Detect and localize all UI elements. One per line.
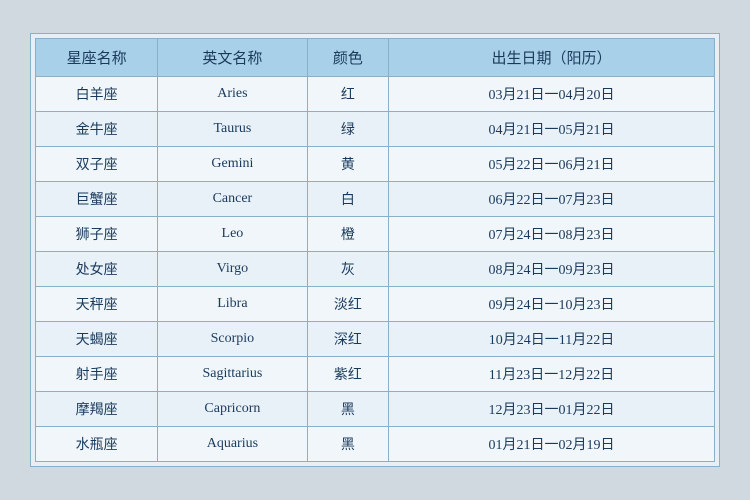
cell-en: Aries — [158, 77, 307, 112]
cell-zh: 巨蟹座 — [36, 182, 158, 217]
cell-zh: 摩羯座 — [36, 392, 158, 427]
cell-date: 12月23日一01月22日 — [389, 392, 715, 427]
cell-zh: 射手座 — [36, 357, 158, 392]
table-row: 金牛座Taurus绿04月21日一05月21日 — [36, 112, 715, 147]
table-header-row: 星座名称 英文名称 颜色 出生日期（阳历） — [36, 39, 715, 77]
cell-date: 07月24日一08月23日 — [389, 217, 715, 252]
cell-date: 01月21日一02月19日 — [389, 427, 715, 462]
cell-date: 11月23日一12月22日 — [389, 357, 715, 392]
table-row: 摩羯座Capricorn黑12月23日一01月22日 — [36, 392, 715, 427]
cell-date: 04月21日一05月21日 — [389, 112, 715, 147]
cell-en: Scorpio — [158, 322, 307, 357]
zodiac-table: 星座名称 英文名称 颜色 出生日期（阳历） 白羊座Aries红03月21日一04… — [35, 38, 715, 462]
cell-zh: 处女座 — [36, 252, 158, 287]
cell-zh: 双子座 — [36, 147, 158, 182]
cell-en: Libra — [158, 287, 307, 322]
cell-color: 灰 — [307, 252, 388, 287]
cell-color: 深红 — [307, 322, 388, 357]
table-row: 双子座Gemini黄05月22日一06月21日 — [36, 147, 715, 182]
cell-date: 06月22日一07月23日 — [389, 182, 715, 217]
cell-en: Capricorn — [158, 392, 307, 427]
cell-color: 黑 — [307, 427, 388, 462]
header-date: 出生日期（阳历） — [389, 39, 715, 77]
cell-date: 09月24日一10月23日 — [389, 287, 715, 322]
cell-date: 03月21日一04月20日 — [389, 77, 715, 112]
cell-color: 红 — [307, 77, 388, 112]
table-row: 狮子座Leo橙07月24日一08月23日 — [36, 217, 715, 252]
cell-color: 黑 — [307, 392, 388, 427]
table-row: 天秤座Libra淡红09月24日一10月23日 — [36, 287, 715, 322]
cell-date: 05月22日一06月21日 — [389, 147, 715, 182]
cell-date: 08月24日一09月23日 — [389, 252, 715, 287]
cell-date: 10月24日一11月22日 — [389, 322, 715, 357]
cell-color: 橙 — [307, 217, 388, 252]
cell-zh: 天蝎座 — [36, 322, 158, 357]
header-zh: 星座名称 — [36, 39, 158, 77]
table-row: 白羊座Aries红03月21日一04月20日 — [36, 77, 715, 112]
cell-en: Aquarius — [158, 427, 307, 462]
cell-en: Sagittarius — [158, 357, 307, 392]
cell-color: 绿 — [307, 112, 388, 147]
table-row: 天蝎座Scorpio深红10月24日一11月22日 — [36, 322, 715, 357]
cell-zh: 天秤座 — [36, 287, 158, 322]
cell-color: 黄 — [307, 147, 388, 182]
cell-en: Gemini — [158, 147, 307, 182]
cell-zh: 狮子座 — [36, 217, 158, 252]
cell-en: Cancer — [158, 182, 307, 217]
cell-color: 淡红 — [307, 287, 388, 322]
header-color: 颜色 — [307, 39, 388, 77]
cell-color: 紫红 — [307, 357, 388, 392]
cell-color: 白 — [307, 182, 388, 217]
table-row: 巨蟹座Cancer白06月22日一07月23日 — [36, 182, 715, 217]
zodiac-table-container: 星座名称 英文名称 颜色 出生日期（阳历） 白羊座Aries红03月21日一04… — [30, 33, 720, 467]
cell-zh: 水瓶座 — [36, 427, 158, 462]
cell-en: Virgo — [158, 252, 307, 287]
cell-zh: 金牛座 — [36, 112, 158, 147]
table-row: 射手座Sagittarius紫红11月23日一12月22日 — [36, 357, 715, 392]
cell-en: Taurus — [158, 112, 307, 147]
table-row: 水瓶座Aquarius黑01月21日一02月19日 — [36, 427, 715, 462]
table-row: 处女座Virgo灰08月24日一09月23日 — [36, 252, 715, 287]
cell-en: Leo — [158, 217, 307, 252]
cell-zh: 白羊座 — [36, 77, 158, 112]
header-en: 英文名称 — [158, 39, 307, 77]
